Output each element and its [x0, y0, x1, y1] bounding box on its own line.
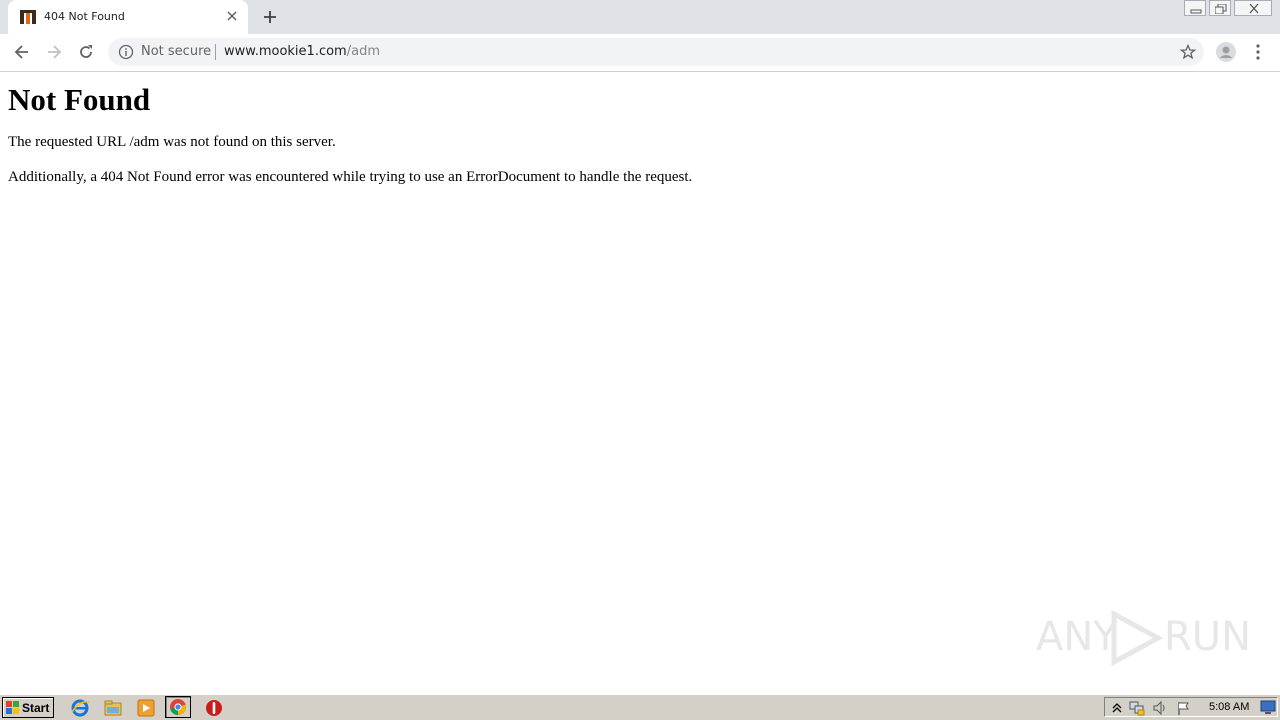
show-desktop-icon[interactable]: [1260, 699, 1276, 715]
chrome-icon: [170, 699, 186, 716]
chrome-taskbar-button[interactable]: [165, 696, 191, 718]
tab-title: 404 Not Found: [44, 10, 125, 23]
clock[interactable]: 5:08 AM: [1209, 701, 1249, 713]
action-center-flag-icon[interactable]: [1176, 700, 1192, 716]
browser-tab[interactable]: 404 Not Found: [8, 0, 248, 34]
url-path: /adm: [346, 44, 380, 59]
media-player-icon[interactable]: [136, 698, 156, 718]
url-text[interactable]: www.mookie1.com/adm: [224, 44, 380, 59]
volume-icon[interactable]: [1152, 700, 1168, 716]
back-icon[interactable]: [12, 42, 32, 62]
network-icon[interactable]: [1129, 700, 1145, 716]
forward-icon[interactable]: [44, 42, 64, 62]
close-tab-icon[interactable]: [224, 8, 240, 24]
error-message: The requested URL /adm was not found on …: [8, 134, 336, 150]
mookie-favicon-icon: [20, 10, 36, 24]
taskbar: Start 5:08 AM: [0, 694, 1280, 720]
profile-avatar-icon[interactable]: [1215, 41, 1237, 63]
watermark-text-right: RUN: [1164, 614, 1251, 660]
file-explorer-icon[interactable]: [103, 698, 123, 718]
new-tab-icon[interactable]: [260, 7, 280, 27]
tab-strip: 404 Not Found: [0, 0, 1280, 34]
play-logo-icon: [1111, 609, 1164, 667]
page-title: Not Found: [8, 82, 151, 117]
page-content: Not Found The requested URL /adm was not…: [8, 72, 1268, 204]
minimize-icon: [1190, 9, 1202, 14]
system-tray: 5:08 AM: [1104, 697, 1278, 717]
close-window-icon: [1249, 4, 1259, 14]
divider: [215, 44, 216, 60]
minimize-button[interactable]: [1184, 0, 1206, 16]
browser-toolbar: Not secure www.mookie1.com/adm: [0, 34, 1280, 72]
windows-logo-icon: [6, 701, 19, 714]
menu-dots-icon[interactable]: [1250, 42, 1266, 62]
error-detail: Additionally, a 404 Not Found error was …: [8, 169, 693, 185]
url-host: www.mookie1.com: [224, 44, 347, 59]
restore-icon: [1215, 4, 1227, 14]
restore-button[interactable]: [1209, 0, 1231, 16]
internet-explorer-icon[interactable]: [70, 698, 90, 718]
bookmark-star-icon[interactable]: [1180, 44, 1196, 60]
show-hidden-icons-icon[interactable]: [1109, 700, 1125, 716]
start-label: Start: [22, 701, 50, 715]
start-button[interactable]: Start: [2, 697, 54, 718]
close-window-button[interactable]: [1234, 0, 1272, 16]
anyrun-watermark: ANY RUN: [1036, 606, 1251, 670]
info-icon[interactable]: [118, 44, 134, 60]
security-label[interactable]: Not secure: [141, 44, 211, 59]
reload-icon[interactable]: [76, 42, 96, 62]
address-bar[interactable]: Not secure www.mookie1.com/adm: [108, 38, 1204, 66]
stop-icon[interactable]: [204, 698, 224, 718]
